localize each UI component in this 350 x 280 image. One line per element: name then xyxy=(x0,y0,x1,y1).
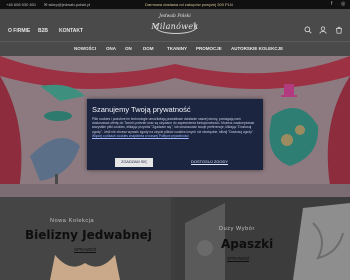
search-icon[interactable] xyxy=(304,26,312,34)
logo-swirl xyxy=(155,20,197,34)
menu-item-ona[interactable]: ONA xyxy=(106,46,116,51)
banner-scarves-cta[interactable]: SPRAWDŹ xyxy=(227,256,250,262)
email-link[interactable]: ✉ sklep@jedwab-polski.pl xyxy=(44,2,90,7)
nav-kontakt[interactable]: KONTAKT xyxy=(59,28,83,34)
menu-item-dom[interactable]: DOM xyxy=(143,46,154,51)
free-shipping-notice: Darmowa dostawa od zakupów powyżej 300 P… xyxy=(145,2,233,7)
banner-scarves[interactable]: Duży Wybór Apaszki SPRAWDŹ xyxy=(175,197,350,280)
banner-lingerie-cta[interactable]: SPRAWDŹ xyxy=(74,247,97,253)
menu-item-autorskie-kolekcje[interactable]: AUTORSKIE KOLEKCJE xyxy=(231,46,283,51)
nav-b2b[interactable]: B2B xyxy=(38,28,48,34)
accept-cookies-button[interactable]: ZGADZAM SIĘ xyxy=(115,158,153,167)
privacy-policy-link[interactable]: Więcej o plikach cookies znajdziesz w na… xyxy=(92,134,189,138)
user-icon[interactable] xyxy=(319,26,327,34)
banner-lingerie[interactable]: Nowa Kolekcja Bielizny Jedwabnej SPRAWDŹ xyxy=(0,197,171,280)
menu-item-tkaniny[interactable]: TKANINY xyxy=(167,46,187,51)
logo[interactable]: Jedwab Polski Milanówek xyxy=(149,11,201,39)
phone-number[interactable]: +48 608 530 801 xyxy=(6,2,36,7)
banner-scarves-title: Apaszki xyxy=(221,237,274,251)
top-bar: +48 608 530 801 ✉ sklep@jedwab-polski.pl… xyxy=(0,0,350,9)
cookie-body: Pliki cookies i podobne im technologie u… xyxy=(92,117,255,134)
logo-line1: Jedwab Polski xyxy=(159,14,191,19)
banner-scarves-subtitle: Duży Wybór xyxy=(219,226,255,232)
cookie-text: Pliki cookies i podobne im technologie u… xyxy=(92,117,258,138)
scarf-image-left xyxy=(185,203,225,280)
cookie-title: Szanujemy Twoją prywatność xyxy=(92,105,191,114)
banner-lingerie-subtitle: Nowa Kolekcja xyxy=(50,218,95,224)
cart-icon[interactable] xyxy=(335,26,343,34)
menu-item-nowosci[interactable]: NOWOŚCI xyxy=(74,46,96,51)
main-menu: NOWOŚCI ONA ON DOM TKANINY PROMOCJE AUTO… xyxy=(0,41,350,57)
cookie-consent-dialog: Szanujemy Twoją prywatność Pliki cookies… xyxy=(87,99,263,170)
banner-lingerie-title: Bielizny Jedwabnej xyxy=(25,228,152,242)
facebook-icon[interactable]: f xyxy=(331,1,332,7)
instagram-icon[interactable]: ◎ xyxy=(341,1,345,7)
nav-o-firmie[interactable]: O FIRMIE xyxy=(8,28,30,34)
lingerie-image xyxy=(50,255,120,280)
site-header: O FIRMIE B2B KONTAKT Jedwab Polski Milan… xyxy=(0,9,350,41)
menu-item-on[interactable]: ON xyxy=(125,46,132,51)
customize-consent-button[interactable]: DOSTOSUJ ZGODY xyxy=(191,159,228,164)
promo-banners: Nowa Kolekcja Bielizny Jedwabnej SPRAWDŹ… xyxy=(0,197,350,280)
menu-item-promocje[interactable]: PROMOCJE xyxy=(196,46,222,51)
scarf-image-right xyxy=(293,203,350,280)
